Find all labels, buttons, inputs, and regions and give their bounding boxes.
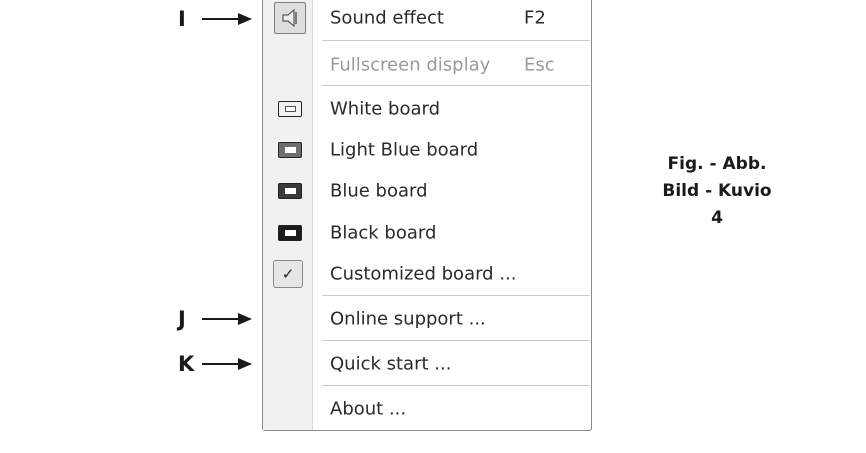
arrow-right-icon xyxy=(202,13,252,25)
menu-item-black-board[interactable]: Black board xyxy=(263,215,591,251)
menu-item-about[interactable]: About ... xyxy=(263,391,591,427)
menu-item-shortcut: Esc xyxy=(524,54,555,76)
menu-item-blue-board[interactable]: Blue board xyxy=(263,173,591,209)
callout-letter: I xyxy=(178,7,186,31)
menu-separator xyxy=(322,340,590,341)
menu-item-label: Sound effect xyxy=(330,7,444,29)
white-board-icon xyxy=(278,101,302,117)
callout-letter: J xyxy=(178,307,186,331)
menu-item-label: Black board xyxy=(330,222,437,244)
figure-caption: Fig. - Abb. Bild - Kuvio 4 xyxy=(632,151,802,232)
menu-item-fullscreen-display[interactable]: Fullscreen display Esc xyxy=(263,47,591,83)
menu-separator xyxy=(322,295,590,296)
callout-i: I xyxy=(178,7,254,31)
menu-item-quick-start[interactable]: Quick start ... xyxy=(263,346,591,382)
menu-item-label: Quick start ... xyxy=(330,353,452,375)
menu-item-label: About ... xyxy=(330,398,407,420)
menu-item-online-support[interactable]: Online support ... xyxy=(263,301,591,337)
menu-item-sound-effect[interactable]: Sound effect F2 xyxy=(263,0,591,36)
menu-item-label: Fullscreen display xyxy=(330,54,491,76)
menu-item-label: Light Blue board xyxy=(330,139,479,161)
menu-separator xyxy=(322,385,590,386)
arrow-right-icon xyxy=(202,313,252,325)
speaker-icon xyxy=(274,2,306,34)
caption-number: 4 xyxy=(711,208,723,228)
menu-item-light-blue-board[interactable]: Light Blue board xyxy=(263,132,591,168)
context-menu: Sound effect F2 Fullscreen display Esc W… xyxy=(262,0,592,431)
checkmark-icon: ✓ xyxy=(273,260,303,288)
blue-board-icon xyxy=(278,183,302,199)
menu-separator xyxy=(322,40,590,41)
checkmark-glyph: ✓ xyxy=(281,265,295,283)
callout-j: J xyxy=(178,307,254,331)
caption-line: Fig. - Abb. xyxy=(667,154,767,174)
menu-item-label: White board xyxy=(330,98,441,120)
menu-separator xyxy=(322,85,590,86)
menu-item-label: Online support ... xyxy=(330,308,486,330)
callout-letter: K xyxy=(178,352,195,376)
caption-line: Bild - Kuvio xyxy=(662,181,772,201)
menu-item-label: Blue board xyxy=(330,180,428,202)
menu-item-label: Customized board ... xyxy=(330,263,517,285)
light-blue-board-icon xyxy=(278,142,302,158)
callout-k: K xyxy=(178,352,254,376)
menu-item-shortcut: F2 xyxy=(524,7,546,29)
menu-item-customized-board[interactable]: ✓ Customized board ... xyxy=(263,256,591,292)
menu-item-white-board[interactable]: White board xyxy=(263,91,591,127)
black-board-icon xyxy=(278,225,302,241)
arrow-right-icon xyxy=(202,358,252,370)
